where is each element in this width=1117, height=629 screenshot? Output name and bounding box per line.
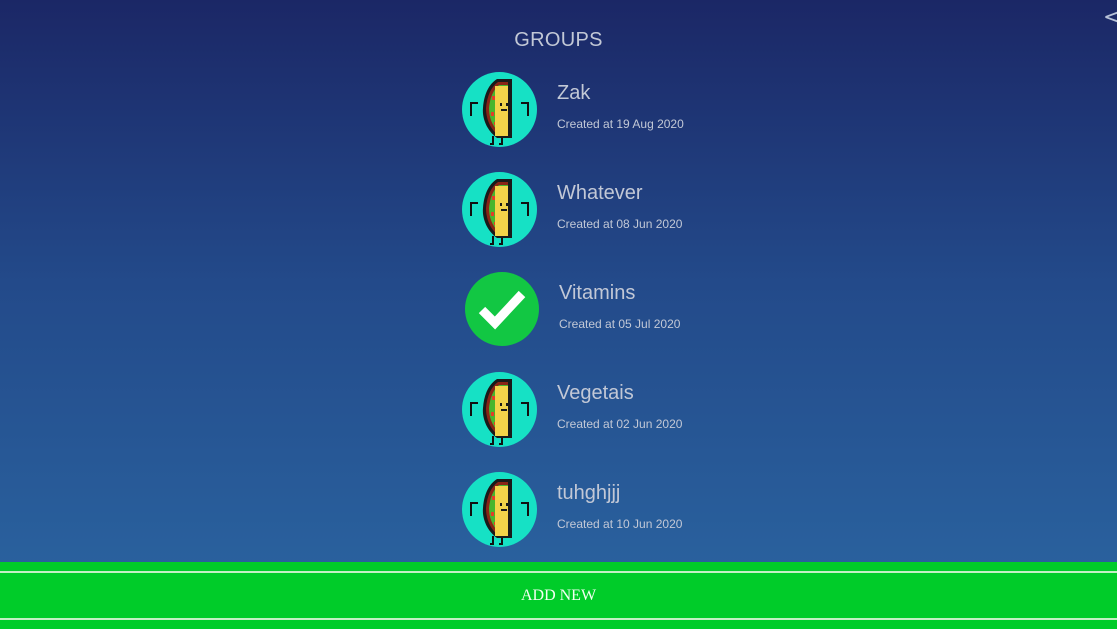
group-name: Whatever xyxy=(557,182,643,204)
chevron-left-icon[interactable]: < xyxy=(1103,6,1117,30)
group-item-vegetais[interactable]: Vegetais Created at 02 Jun 2020 xyxy=(462,372,782,452)
group-item-whatever[interactable]: Whatever Created at 08 Jun 2020 xyxy=(462,172,782,252)
group-name: Zak xyxy=(557,82,591,104)
group-name: tuhghjjj xyxy=(557,482,621,504)
group-name: Vitamins xyxy=(559,282,636,304)
taco-icon xyxy=(462,372,537,447)
group-created-date: Created at 08 Jun 2020 xyxy=(557,217,683,231)
add-new-button[interactable]: ADD NEW xyxy=(0,571,1117,620)
group-item-zak[interactable]: Zak Created at 19 Aug 2020 xyxy=(462,72,782,152)
group-name: Vegetais xyxy=(557,382,634,404)
page-title: GROUPS xyxy=(514,29,603,51)
taco-icon xyxy=(462,472,537,547)
taco-icon xyxy=(462,172,537,247)
group-item-tuhghjjj[interactable]: tuhghjjj Created at 10 Jun 2020 xyxy=(462,472,782,552)
checkmark-icon xyxy=(465,272,539,346)
taco-icon xyxy=(462,72,537,147)
group-item-vitamins[interactable]: Vitamins Created at 05 Jul 2020 xyxy=(462,272,782,352)
group-created-date: Created at 02 Jun 2020 xyxy=(557,417,683,431)
group-created-date: Created at 19 Aug 2020 xyxy=(557,117,684,131)
group-created-date: Created at 10 Jun 2020 xyxy=(557,517,683,531)
group-created-date: Created at 05 Jul 2020 xyxy=(559,317,681,331)
